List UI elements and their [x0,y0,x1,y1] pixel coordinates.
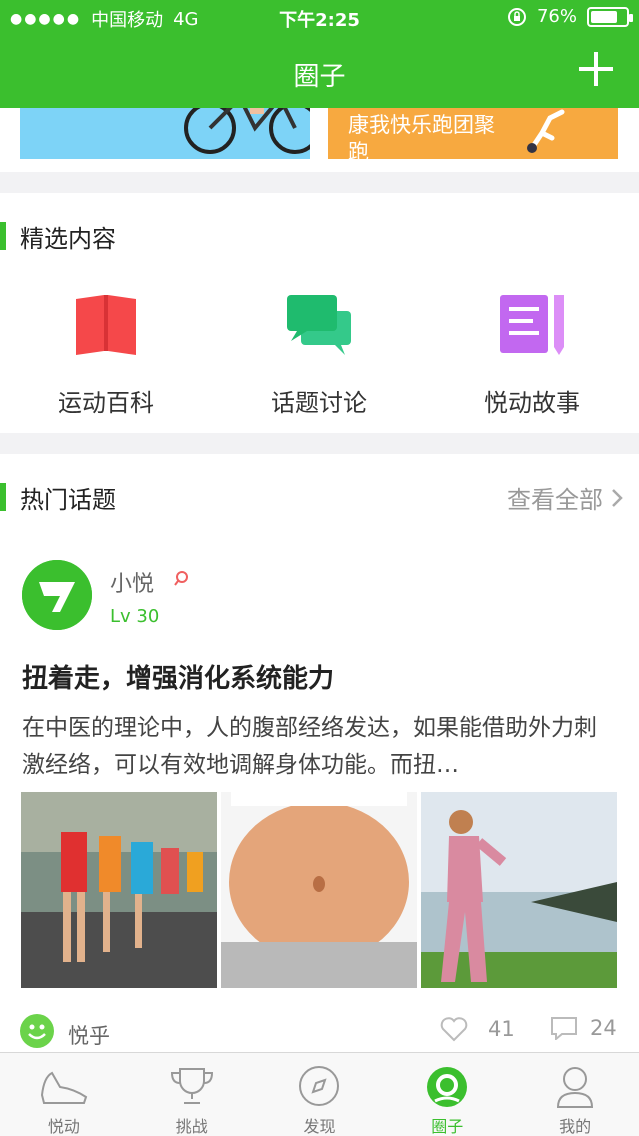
post-title[interactable]: 扭着走，增强消化系统能力 [22,658,334,695]
banner-carousel[interactable]: 康我快乐跑团聚 跑 [0,108,639,172]
feature-label: 话题讨论 [271,389,367,417]
post-image-abdomen[interactable] [221,792,417,988]
comment-count: 24 [590,1016,617,1040]
banner-text: 康我快乐跑团聚 跑 [348,113,495,159]
compass-icon [299,1066,340,1106]
battery-percent: 76% [536,6,577,27]
tab-discover[interactable]: 发现 [256,1053,384,1136]
tab-label: 挑战 [175,1117,208,1136]
runner-image [527,109,565,153]
avatar[interactable] [22,560,92,630]
tab-label: 发现 [303,1117,336,1136]
tab-label: 我的 [559,1117,592,1136]
hot-topics-section: 热门话题 查看全部 小悦 Lv 30 扭着走，增强消化系统能力 在中医的理论中，… [0,454,639,1054]
feature-label: 运动百科 [58,389,154,417]
username[interactable]: 小悦 [110,566,154,598]
post-image-race-walkers[interactable] [21,792,217,988]
banner-running-club[interactable]: 康我快乐跑团聚 跑 [328,108,618,159]
verified-badge-icon [174,571,188,586]
banner-cycling[interactable] [20,108,310,159]
tab-challenge[interactable]: 挑战 [128,1053,256,1136]
feature-stories[interactable]: 悦动故事 [432,293,632,417]
tab-circle[interactable]: 圈子 [383,1053,511,1136]
document-pen-icon [500,295,564,355]
tab-bar: 悦动 挑战 发现 圈子 我的 [0,1052,639,1136]
abdomen-photo [221,792,417,988]
tab-label: 悦动 [47,1117,80,1136]
tab-label: 圈子 [431,1117,464,1136]
battery-icon [587,6,633,27]
chevron-right-icon [612,488,623,507]
app-logo-icon [22,560,92,630]
see-all-link[interactable]: 查看全部 [507,480,623,515]
chat-bubbles-icon [287,295,351,355]
smiley-icon [20,1014,54,1048]
post-excerpt[interactable]: 在中医的理论中，人的腹部经络发达，如果能借助外力刺激经络，可以有效地调解身体功能… [22,710,612,784]
book-icon [76,295,136,355]
tab-me[interactable]: 我的 [511,1053,639,1136]
like-count: 41 [488,1017,515,1041]
trophy-icon [170,1068,213,1104]
section-title: 热门话题 [0,480,116,515]
heart-icon [440,1017,468,1042]
status-bar: ●●●●● 中国移动 4G 下午2:25 76% [0,0,639,36]
circle-icon [427,1067,468,1107]
tab-yuedong[interactable]: 悦动 [0,1053,128,1136]
page-title: 圈子 [293,62,346,92]
see-all-label: 查看全部 [507,486,603,514]
rotation-lock-icon [507,7,526,26]
woman-walking-photo [421,792,617,988]
post-image-woman-walking[interactable] [421,792,617,988]
feature-topic-discussion[interactable]: 话题讨论 [219,293,419,417]
section-title: 精选内容 [0,219,116,254]
feature-sports-wiki[interactable]: 运动百科 [6,293,206,417]
user-level: Lv 30 [110,606,160,627]
comment-icon [551,1017,577,1040]
bicycle-image [184,108,310,154]
race-walkers-photo [21,792,217,988]
top-bar: ●●●●● 中国移动 4G 下午2:25 76% 圈子 [0,0,639,108]
like-button[interactable]: 41 [440,1016,515,1042]
person-icon [557,1067,594,1108]
featured-section: 精选内容 运动百科 话题讨论 悦动故事 [0,193,639,433]
post-source[interactable]: 悦乎 [68,1020,110,1050]
feature-label: 悦动故事 [484,389,580,417]
shoe-icon [40,1071,88,1104]
plus-icon[interactable] [579,52,613,86]
comment-button[interactable]: 24 [550,1016,617,1040]
